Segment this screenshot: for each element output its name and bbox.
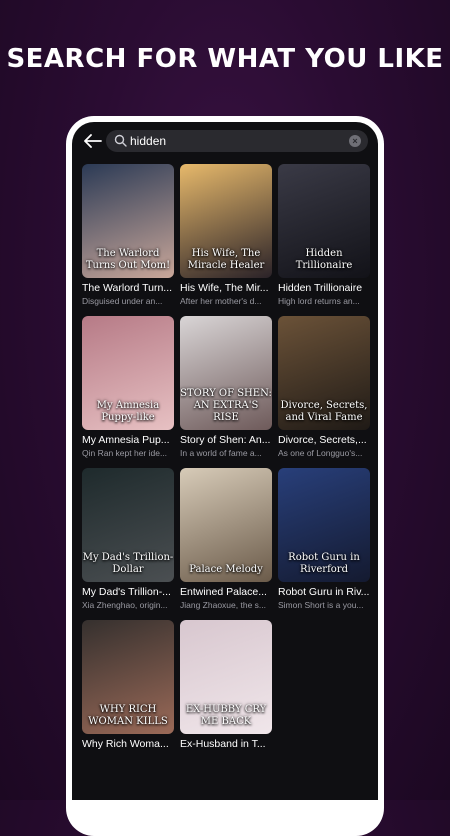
poster-title-text: Hidden Trillionaire xyxy=(295,248,353,271)
poster-title-text: My Amnesia Puppy-like xyxy=(96,400,160,423)
result-title[interactable]: My Dad's Trillion-... xyxy=(82,586,174,598)
result-poster[interactable]: My Amnesia Puppy-like xyxy=(82,316,174,430)
result-poster[interactable]: Robot Guru in Riverford xyxy=(278,468,370,582)
app-screen: × The Warlord Turns Out Mom!The Warlord … xyxy=(72,122,378,800)
search-field[interactable]: × xyxy=(106,130,368,152)
result-card[interactable]: My Amnesia Puppy-like My Amnesia Pup... Qi… xyxy=(82,316,174,458)
headline: SEARCH FOR WHAT YOU LIKE xyxy=(6,44,444,74)
result-card[interactable]: WHY RICH WOMAN KILLS Why Rich Woma... xyxy=(82,620,174,752)
search-input[interactable] xyxy=(130,130,330,152)
result-title[interactable]: The Warlord Turn... xyxy=(82,282,174,294)
clear-search-icon[interactable]: × xyxy=(349,135,361,147)
result-card[interactable]: Robot Guru in Riverford Robot Guru in Riv… xyxy=(278,468,370,610)
result-card[interactable]: His Wife, The Miracle Healer His Wife, Th… xyxy=(180,164,272,306)
result-card[interactable]: The Warlord Turns Out Mom! The Warlord Tu… xyxy=(82,164,174,306)
result-description: In a world of fame a... xyxy=(180,448,262,458)
result-card[interactable]: Divorce, Secrets, and Viral Fame Divorce,… xyxy=(278,316,370,458)
result-description: Qin Ran kept her ide... xyxy=(82,448,168,458)
result-poster[interactable]: EX-HUBBY CRY ME BACK xyxy=(180,620,272,734)
result-title[interactable]: My Amnesia Pup... xyxy=(82,434,174,446)
result-title[interactable]: Story of Shen: An... xyxy=(180,434,272,446)
poster-title-text: My Dad's Trillion-Dollar xyxy=(82,552,174,575)
result-poster[interactable]: Divorce, Secrets, and Viral Fame xyxy=(278,316,370,430)
result-poster[interactable]: His Wife, The Miracle Healer xyxy=(180,164,272,278)
result-title[interactable]: Ex-Husband in T... xyxy=(180,738,272,750)
result-card[interactable]: Palace Melody Entwined Palace... Jiang Zha… xyxy=(180,468,272,610)
poster-title-text: Robot Guru in Riverford xyxy=(288,552,360,575)
result-card[interactable]: EX-HUBBY CRY ME BACK Ex-Husband in T... xyxy=(180,620,272,752)
result-poster[interactable]: My Dad's Trillion-Dollar xyxy=(82,468,174,582)
result-card[interactable]: STORY OF SHEN: AN EXTRA'S RISE Story of S… xyxy=(180,316,272,458)
poster-title-text: Palace Melody xyxy=(189,564,263,575)
poster-title-text: Divorce, Secrets, and Viral Fame xyxy=(280,400,368,423)
search-icon xyxy=(114,134,127,152)
result-description: As one of Longguo's... xyxy=(278,448,363,458)
result-title[interactable]: His Wife, The Mir... xyxy=(180,282,272,294)
result-poster[interactable]: Palace Melody xyxy=(180,468,272,582)
result-card[interactable]: My Dad's Trillion-Dollar My Dad's Trillio… xyxy=(82,468,174,610)
result-title[interactable]: Robot Guru in Riv... xyxy=(278,586,370,598)
result-title[interactable]: Why Rich Woma... xyxy=(82,738,174,750)
result-poster[interactable]: STORY OF SHEN: AN EXTRA'S RISE xyxy=(180,316,272,430)
poster-title-text: STORY OF SHEN: AN EXTRA'S RISE xyxy=(180,388,272,423)
result-description: High lord returns an... xyxy=(278,296,360,306)
result-title[interactable]: Hidden Trillionaire xyxy=(278,282,370,294)
result-description: Jiang Zhaoxue, the s... xyxy=(180,600,266,610)
result-poster[interactable]: Hidden Trillionaire xyxy=(278,164,370,278)
result-card[interactable]: Hidden Trillionaire Hidden Trillionaire Hi… xyxy=(278,164,370,306)
result-poster[interactable]: The Warlord Turns Out Mom! xyxy=(82,164,174,278)
poster-title-text: WHY RICH WOMAN KILLS xyxy=(88,704,168,727)
result-title[interactable]: Divorce, Secrets,... xyxy=(278,434,370,446)
result-poster[interactable]: WHY RICH WOMAN KILLS xyxy=(82,620,174,734)
result-title[interactable]: Entwined Palace... xyxy=(180,586,272,598)
result-description: Xia Zhenghao, origin... xyxy=(82,600,168,610)
result-description: After her mother's d... xyxy=(180,296,262,306)
result-description: Simon Short is a you... xyxy=(278,600,364,610)
poster-title-text: His Wife, The Miracle Healer xyxy=(187,248,265,271)
result-description: Disguised under an... xyxy=(82,296,163,306)
poster-title-text: The Warlord Turns Out Mom! xyxy=(85,248,171,271)
poster-title-text: EX-HUBBY CRY ME BACK xyxy=(185,704,267,727)
search-bar-row: × xyxy=(72,122,378,160)
back-arrow-icon[interactable] xyxy=(80,130,106,152)
